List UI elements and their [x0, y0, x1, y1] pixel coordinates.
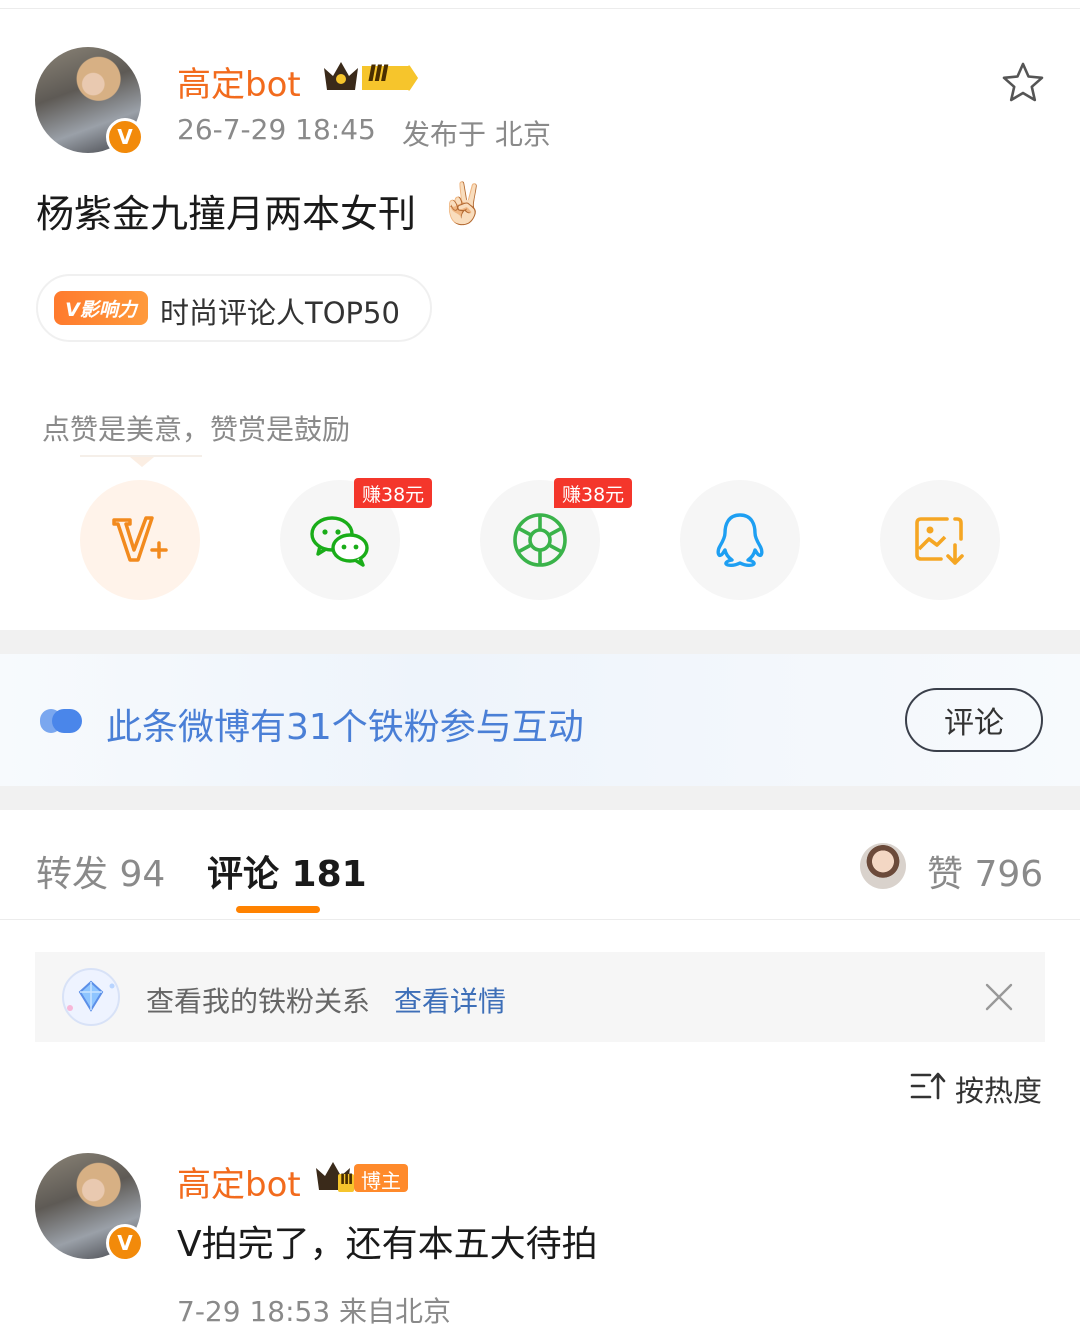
save-image-button[interactable]	[880, 480, 1000, 600]
comment-author-name[interactable]: 高定bot	[177, 1157, 301, 1206]
comment-level-number: Ⅲ	[340, 1172, 354, 1188]
verified-badge: V	[106, 118, 144, 156]
comment-verified-badge: V	[106, 1224, 144, 1262]
section-separator	[0, 630, 1080, 654]
qq-share-button[interactable]	[680, 480, 800, 600]
fans-bubble-icon	[38, 706, 84, 736]
iron-fans-text: 此条微博有31个铁粉参与互动	[106, 707, 584, 748]
comment-text: V拍完了，还有本五大待拍	[177, 1224, 598, 1265]
close-icon[interactable]	[984, 982, 1014, 1012]
hint-pointer	[130, 457, 154, 467]
blogger-tag: 博主	[361, 1169, 401, 1193]
star-icon[interactable]	[1000, 60, 1046, 106]
influence-text: 时尚评论人TOP50	[160, 296, 400, 330]
post-text: 杨紫金九撞月两本女刊	[36, 192, 417, 236]
comment-time: 7-29 18:53 来自北京	[177, 1295, 452, 1328]
tab-repost[interactable]: 转发 94	[36, 845, 165, 897]
image-download-icon	[915, 517, 964, 565]
wechat-icon	[310, 516, 369, 567]
diamond-icon	[60, 966, 122, 1028]
earn-tag-moments: 赚38元	[554, 478, 633, 508]
earn-tag-wechat: 赚38元	[354, 478, 433, 508]
tab-comment[interactable]: 评论 181	[207, 845, 367, 897]
fan-relation-text: 查看我的铁粉关系	[146, 985, 371, 1018]
moments-aperture-icon	[513, 513, 567, 567]
section-separator	[0, 786, 1080, 810]
post-time: 26-7-29 18:45	[177, 113, 376, 146]
comment-crown-badge: Ⅲ 博主	[314, 1158, 410, 1196]
tab-like[interactable]: 赞 796	[927, 845, 1043, 897]
top-divider	[0, 8, 1080, 9]
banner-comment-button[interactable]: 评论	[905, 688, 1043, 752]
influence-badge: V影响力	[54, 291, 148, 325]
reward-button[interactable]	[80, 480, 200, 600]
v-plus-icon	[112, 516, 168, 562]
qq-penguin-icon	[716, 513, 764, 567]
sort-by-hot[interactable]: 按热度	[955, 1068, 1042, 1110]
view-details-link[interactable]: 查看详情	[394, 980, 506, 1020]
reward-hint: 点赞是美意，赞赏是鼓励	[42, 413, 351, 446]
tabs-divider	[0, 919, 1080, 920]
victory-hand-icon: ✌🏻	[438, 181, 488, 227]
liker-avatar[interactable]	[860, 843, 906, 889]
post-location: 发布于 北京	[402, 118, 551, 151]
level-number: Ⅲ	[368, 62, 389, 87]
active-tab-indicator	[236, 906, 320, 913]
sort-icon[interactable]	[910, 1070, 946, 1102]
level-crown-badge: Ⅲ	[322, 58, 420, 96]
author-name[interactable]: 高定bot	[177, 57, 301, 106]
